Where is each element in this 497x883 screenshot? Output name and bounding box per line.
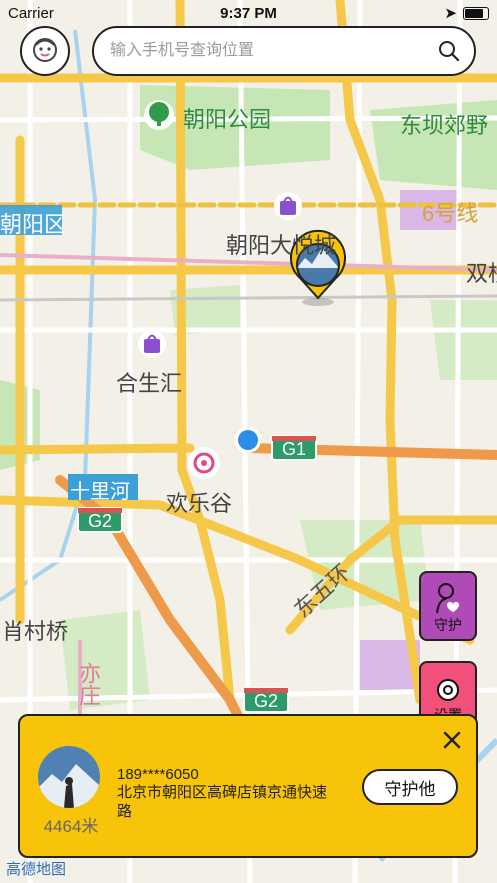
- address-text: 北京市朝阳区高碑店镇京通快速路: [117, 784, 328, 820]
- map-label-hesheng: 合生汇: [116, 371, 183, 396]
- park-tree-icon: [144, 100, 174, 130]
- map-label-g2-bottom: G2: [254, 691, 279, 711]
- carrier-label: Carrier: [8, 4, 54, 22]
- distance-label: 4464米: [43, 817, 99, 836]
- amap-logo: 高德地图: [6, 861, 67, 878]
- guard-side-label: 守护: [434, 617, 462, 633]
- ferris-wheel-icon: [188, 447, 220, 479]
- location-info-panel: 4464米 189****6050 北京市朝阳区高碑店镇京通快速路 守护他: [18, 714, 478, 858]
- map-label-chaoyang-park: 朝阳公园: [183, 107, 272, 132]
- map-label-xiaocun: 肖村桥: [2, 619, 69, 644]
- phone-search-input[interactable]: [108, 41, 438, 61]
- profile-avatar-button[interactable]: [20, 26, 70, 76]
- shopping-bag-icon: [274, 192, 302, 220]
- search-icon[interactable]: [438, 40, 460, 62]
- map-label-yizhuang: 亦庄: [76, 662, 101, 706]
- clock: 9:37 PM: [220, 4, 277, 22]
- map-label-shilihe: 十里河: [70, 481, 130, 503]
- gear-icon: [437, 679, 459, 701]
- status-bar: Carrier 9:37 PM ➤: [0, 0, 497, 26]
- search-bar[interactable]: [92, 26, 476, 76]
- guard-him-button[interactable]: 守护他: [362, 769, 458, 805]
- close-icon[interactable]: [442, 730, 462, 750]
- phone-number: 189****6050: [117, 766, 199, 783]
- map-label-shuangqiao: 双桥: [466, 261, 497, 286]
- map-label-g1: G1: [282, 439, 307, 459]
- map-label-dongba: 东坝郊野: [400, 113, 489, 138]
- location-arrow-icon: ➤: [444, 5, 457, 22]
- shopping-bag-icon: [138, 330, 166, 358]
- map-label-chaoyang-district: 朝阳区: [0, 212, 67, 237]
- face-icon: [33, 38, 57, 62]
- battery-icon: [463, 6, 489, 20]
- guard-side-button[interactable]: 守护: [419, 571, 477, 641]
- map-label-line6: 6号线: [422, 201, 479, 226]
- contact-avatar: [38, 746, 100, 808]
- person-heart-icon: [436, 583, 459, 614]
- map-label-happy-valley: 欢乐谷: [166, 491, 233, 516]
- map-label-joy-city: 朝阳大悦城: [226, 233, 337, 258]
- map-label-g2-top: G2: [88, 511, 113, 531]
